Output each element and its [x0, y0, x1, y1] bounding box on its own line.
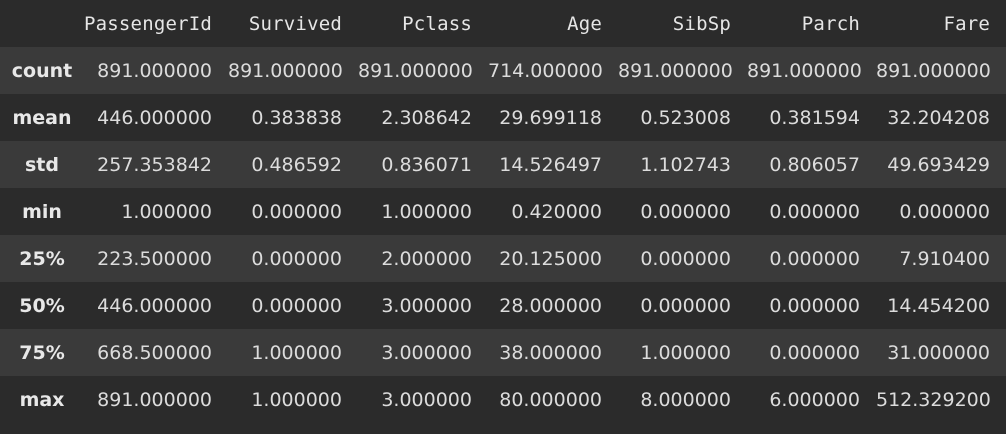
- row-index-label: max: [19, 388, 65, 411]
- table-row: 75% 668.500000 1.000000 3.000000 38.0000…: [0, 329, 1006, 376]
- table-cell: 0.420000: [511, 200, 602, 223]
- table-cell: 0.000000: [769, 341, 860, 364]
- table-cell: 0.000000: [251, 294, 342, 317]
- table-cell: 1.000000: [251, 388, 342, 411]
- table-cell: 0.000000: [640, 294, 731, 317]
- table-cell: 14.454200: [887, 294, 990, 317]
- row-index-label: 75%: [19, 341, 65, 364]
- table-cell: 257.353842: [97, 153, 212, 176]
- table-cell: 891.000000: [97, 59, 212, 82]
- row-index-label: 50%: [19, 294, 65, 317]
- table-cell: 0.486592: [251, 153, 342, 176]
- column-header-pclass: Pclass: [402, 12, 472, 35]
- table-cell: 14.526497: [499, 153, 602, 176]
- table-cell: 714.000000: [488, 59, 603, 82]
- table-cell: 1.000000: [640, 341, 731, 364]
- table-cell: 49.693429: [887, 153, 990, 176]
- table-cell: 668.500000: [97, 341, 212, 364]
- table-cell: 0.383838: [251, 106, 342, 129]
- table-cell: 6.000000: [769, 388, 860, 411]
- table-cell: 1.000000: [121, 200, 212, 223]
- table-cell: 1.000000: [381, 200, 472, 223]
- table-cell: 0.000000: [251, 200, 342, 223]
- column-header-fare: Fare: [943, 12, 990, 35]
- table-cell: 2.308642: [381, 106, 472, 129]
- table-cell: 891.000000: [876, 59, 991, 82]
- row-index-label: count: [11, 59, 73, 82]
- column-header-parch: Parch: [801, 12, 860, 35]
- table-row: 25% 223.500000 0.000000 2.000000 20.1250…: [0, 235, 1006, 282]
- table-cell: 1.102743: [640, 153, 731, 176]
- table-cell: 38.000000: [499, 341, 602, 364]
- table-cell: 891.000000: [358, 59, 473, 82]
- table-cell: 20.125000: [499, 247, 602, 270]
- table-row: std 257.353842 0.486592 0.836071 14.5264…: [0, 141, 1006, 188]
- table-cell: 1.000000: [251, 341, 342, 364]
- table-cell: 0.806057: [769, 153, 860, 176]
- table-body: count 891.000000 891.000000 891.000000 7…: [0, 47, 1006, 423]
- table-row: 50% 446.000000 0.000000 3.000000 28.0000…: [0, 282, 1006, 329]
- table-header: PassengerId Survived Pclass Age SibSp Pa…: [0, 0, 1006, 47]
- table-cell: 0.381594: [769, 106, 860, 129]
- table-cell: 891.000000: [747, 59, 862, 82]
- table-cell: 0.000000: [769, 247, 860, 270]
- table-cell: 446.000000: [97, 294, 212, 317]
- table-cell: 0.000000: [640, 247, 731, 270]
- table-cell: 31.000000: [887, 341, 990, 364]
- table-cell: 0.000000: [899, 200, 990, 223]
- table-cell: 3.000000: [381, 341, 472, 364]
- table-cell: 2.000000: [381, 247, 472, 270]
- table-cell: 891.000000: [97, 388, 212, 411]
- describe-dataframe-table: PassengerId Survived Pclass Age SibSp Pa…: [0, 0, 1006, 423]
- row-index-label: std: [25, 153, 59, 176]
- table-cell: 80.000000: [499, 388, 602, 411]
- table-cell: 891.000000: [618, 59, 733, 82]
- column-header-sibsp: SibSp: [672, 12, 731, 35]
- row-index-label: mean: [12, 106, 72, 129]
- table-cell: 8.000000: [640, 388, 731, 411]
- table-cell: 891.000000: [228, 59, 343, 82]
- table-cell: 0.000000: [769, 200, 860, 223]
- column-header-passengerid: PassengerId: [84, 12, 213, 35]
- table-cell: 223.500000: [97, 247, 212, 270]
- table-cell: 512.329200: [876, 388, 991, 411]
- table-row: mean 446.000000 0.383838 2.308642 29.699…: [0, 94, 1006, 141]
- table-cell: 32.204208: [887, 106, 990, 129]
- table-cell: 0.000000: [251, 247, 342, 270]
- table-cell: 0.000000: [640, 200, 731, 223]
- table-cell: 446.000000: [97, 106, 212, 129]
- table-cell: 28.000000: [499, 294, 602, 317]
- column-header-survived: Survived: [248, 12, 342, 35]
- table-cell: 7.910400: [899, 247, 990, 270]
- row-index-label: min: [22, 200, 62, 223]
- table-cell: 29.699118: [499, 106, 602, 129]
- header-row: PassengerId Survived Pclass Age SibSp Pa…: [0, 0, 1006, 47]
- table-row: max 891.000000 1.000000 3.000000 80.0000…: [0, 376, 1006, 423]
- table-cell: 3.000000: [381, 388, 472, 411]
- table-cell: 0.000000: [769, 294, 860, 317]
- table-cell: 0.523008: [640, 106, 731, 129]
- row-index-label: 25%: [19, 247, 65, 270]
- table-row: count 891.000000 891.000000 891.000000 7…: [0, 47, 1006, 94]
- column-header-age: Age: [567, 12, 602, 35]
- table-cell: 3.000000: [381, 294, 472, 317]
- table-cell: 0.836071: [381, 153, 472, 176]
- table-row: min 1.000000 0.000000 1.000000 0.420000 …: [0, 188, 1006, 235]
- index-header-corner: [0, 0, 84, 47]
